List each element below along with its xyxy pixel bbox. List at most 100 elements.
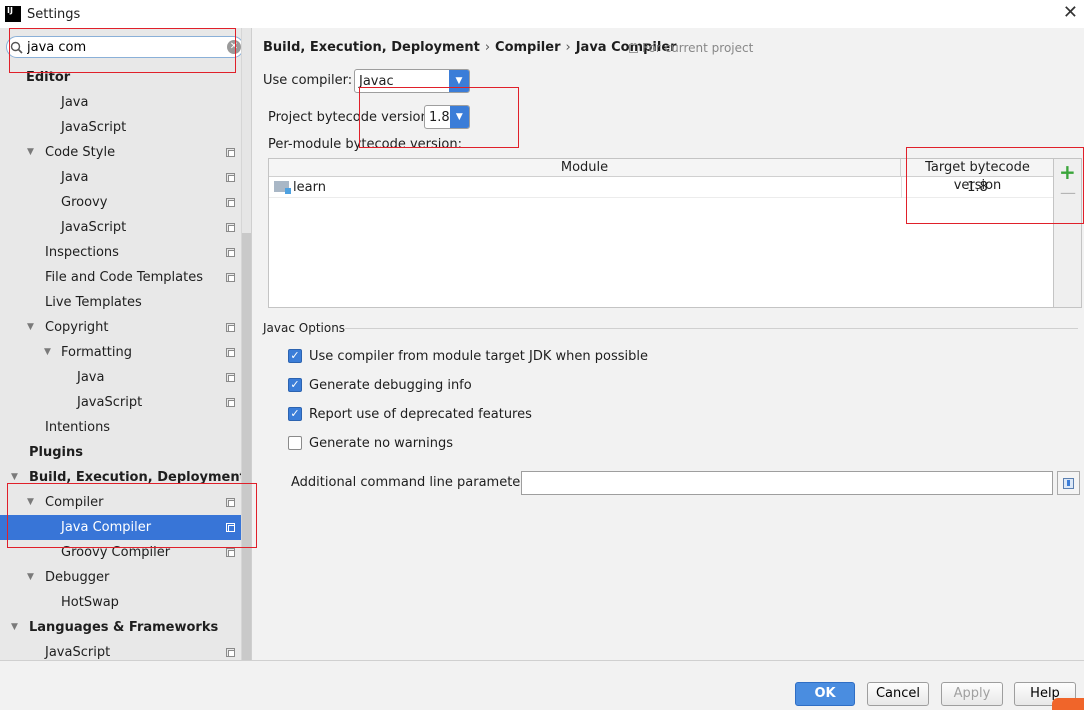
window-title: Settings (27, 6, 81, 22)
checkbox-checked-icon[interactable]: ✓ (288, 378, 302, 392)
project-scope-icon (226, 348, 235, 357)
settings-content: Build, Execution, Deployment › Compiler › Ja… (253, 28, 1084, 660)
sidebar-item-debugger[interactable]: ▼ Debugger (0, 565, 240, 590)
title-bar: IJ Settings ✕ (0, 0, 1084, 28)
sidebar-item-java[interactable]: Java (0, 365, 240, 390)
chevron-down-icon[interactable]: ▼ (449, 70, 469, 92)
additional-params-input[interactable] (521, 471, 1053, 495)
corner-logo (1052, 698, 1084, 710)
close-icon[interactable]: ✕ (1063, 4, 1078, 22)
module-cell: learn (274, 177, 326, 198)
sidebar-item-label: JavaScript (61, 220, 127, 235)
sidebar-scrollbar-thumb[interactable] (242, 233, 251, 660)
sidebar-item-label: Live Templates (45, 295, 142, 310)
checkbox-debugging-info[interactable]: ✓ Generate debugging info (288, 376, 472, 394)
settings-sidebar: ✕ Editor Java JavaScript ▼ Code Style Java Gro… (0, 28, 252, 660)
sidebar-item-code-style[interactable]: ▼ Code Style (0, 140, 240, 165)
chevron-down-icon[interactable]: ▼ (449, 106, 469, 128)
sidebar-item-java-compiler[interactable]: Java Compiler (0, 515, 251, 540)
project-scope-icon (226, 273, 235, 282)
project-scope-icon (226, 648, 235, 657)
expand-arrow-icon[interactable]: ▼ (27, 315, 34, 340)
remove-icon[interactable]: — (1060, 185, 1076, 201)
sidebar-item-label: Compiler (45, 495, 104, 510)
breadcrumb-separator: › (484, 40, 491, 55)
expand-arrow-icon[interactable]: ▼ (27, 565, 34, 590)
sidebar-item-plugins[interactable]: Plugins (0, 440, 240, 465)
project-scope-icon (226, 373, 235, 382)
sidebar-item-label: Build, Execution, Deployment (29, 470, 246, 485)
sidebar-item-groovy[interactable]: Groovy (0, 190, 240, 215)
sidebar-item-inspections[interactable]: Inspections (0, 240, 240, 265)
ok-button[interactable]: OK (795, 682, 855, 706)
checkbox-checked-icon[interactable]: ✓ (288, 349, 302, 363)
expand-arrow-icon[interactable]: ▼ (11, 465, 18, 490)
sidebar-item-copyright[interactable]: ▼ Copyright (0, 315, 240, 340)
project-scope-icon (226, 198, 235, 207)
sidebar-item-compiler[interactable]: ▼ Compiler (0, 490, 240, 515)
sidebar-item-live-templates[interactable]: Live Templates (0, 290, 240, 315)
expand-arrow-icon[interactable]: ▼ (27, 140, 34, 165)
breadcrumb-separator: › (565, 40, 571, 55)
checkbox-unchecked-icon[interactable] (288, 436, 302, 450)
table-header: Module Target bytecode version (269, 159, 1053, 193)
search-input[interactable] (25, 38, 225, 56)
table-toolbar: + — (1054, 158, 1082, 308)
module-name: learn (293, 180, 326, 195)
search-box[interactable]: ✕ (6, 36, 244, 58)
add-icon[interactable]: + (1059, 161, 1076, 183)
checkbox-use-target-jdk[interactable]: ✓ Use compiler from module target JDK wh… (288, 347, 648, 365)
sidebar-item-label: Java (61, 95, 89, 110)
checkbox-checked-icon[interactable]: ✓ (288, 407, 302, 421)
use-compiler-value: Javac (359, 73, 394, 89)
sidebar-item-build-execution-deployment[interactable]: ▼ Build, Execution, Deployment (0, 465, 246, 490)
additional-params-label: Additional command line parameters: (291, 475, 537, 490)
checkbox-label: Generate no warnings (309, 435, 454, 451)
sidebar-item-file-and-code-templates[interactable]: File and Code Templates (0, 265, 240, 290)
expand-arrow-icon[interactable]: ▼ (44, 340, 51, 365)
sidebar-item-intentions[interactable]: Intentions (0, 415, 240, 440)
sidebar-item-label: JavaScript (77, 395, 143, 410)
sidebar-item-label: Java (77, 370, 105, 385)
sidebar-item-languages-frameworks[interactable]: ▼ Languages & Frameworks (0, 615, 240, 640)
sidebar-item-java[interactable]: Java (0, 90, 240, 115)
breadcrumb: Build, Execution, Deployment › Compiler › Ja… (263, 40, 677, 55)
use-compiler-dropdown[interactable]: Javac ▼ (354, 69, 470, 93)
sidebar-item-label: JavaScript (61, 120, 127, 135)
breadcrumb-part: Compiler (495, 40, 561, 55)
sidebar-item-label: Java (61, 170, 89, 185)
expand-arrow-icon[interactable]: ▼ (27, 490, 34, 515)
breadcrumb-part: Build, Execution, Deployment (263, 40, 480, 55)
column-header-module[interactable]: Module (269, 159, 901, 177)
per-module-table: Module Target bytecode version learn 1.8 (268, 158, 1054, 308)
sidebar-item-hotswap[interactable]: HotSwap (0, 590, 240, 615)
settings-tree: Editor Java JavaScript ▼ Code Style Java Groov… (0, 65, 251, 660)
sidebar-item-javascript[interactable]: JavaScript (0, 390, 240, 415)
scope-label: For current project (642, 41, 754, 55)
sidebar-item-groovy-compiler[interactable]: Groovy Compiler (0, 540, 240, 565)
sidebar-item-label: Copyright (45, 320, 109, 335)
table-row[interactable]: learn 1.8 (269, 177, 1053, 198)
apply-button[interactable]: Apply (941, 682, 1003, 706)
sidebar-item-javascript[interactable]: JavaScript (0, 215, 240, 240)
clear-icon[interactable]: ✕ (227, 40, 241, 54)
bytecode-version-dropdown[interactable]: 1.8 ▼ (424, 105, 470, 129)
sidebar-item-javascript[interactable]: JavaScript (0, 640, 240, 660)
sidebar-item-javascript[interactable]: JavaScript (0, 115, 240, 140)
project-scope-icon (226, 248, 235, 257)
expand-arrow-icon[interactable]: ▼ (11, 615, 18, 640)
project-scope-icon (226, 398, 235, 407)
checkbox-no-warnings[interactable]: Generate no warnings (288, 434, 453, 452)
expand-button[interactable] (1057, 471, 1080, 495)
sidebar-item-formatting[interactable]: ▼ Formatting (0, 340, 240, 365)
sidebar-item-label: Code Style (45, 145, 116, 160)
checkbox-deprecated-features[interactable]: ✓ Report use of deprecated features (288, 405, 532, 423)
group-divider (345, 328, 1078, 329)
project-scope-icon (226, 148, 235, 157)
cancel-button[interactable]: Cancel (867, 682, 929, 706)
column-header-target[interactable]: Target bytecode version (902, 159, 1053, 193)
sidebar-item-editor[interactable]: Editor (0, 65, 240, 90)
sidebar-item-java[interactable]: Java (0, 165, 240, 190)
target-version-cell[interactable]: 1.8 (902, 177, 1053, 198)
sidebar-item-label: Intentions (45, 420, 111, 435)
